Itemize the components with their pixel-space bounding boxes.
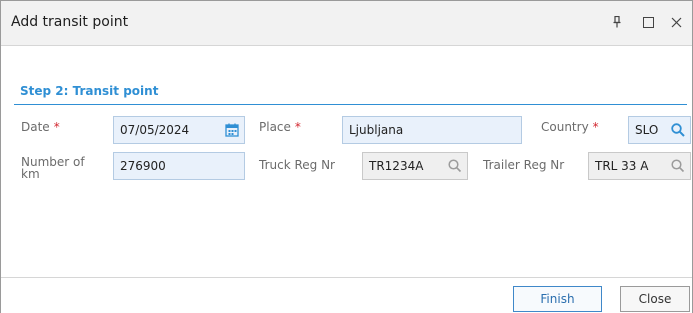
country-label-text: Country bbox=[541, 120, 589, 134]
maximize-icon[interactable] bbox=[637, 11, 659, 33]
search-icon[interactable] bbox=[447, 158, 463, 174]
add-transit-point-dialog: Add transit point Step 2: Transit point … bbox=[0, 0, 693, 313]
country-value: SLO bbox=[635, 123, 659, 137]
pin-icon[interactable] bbox=[606, 11, 628, 33]
dialog-titlebar: Add transit point bbox=[1, 1, 692, 46]
date-field[interactable]: 07/05/2024 bbox=[113, 116, 245, 144]
truck-reg-nr-label: Truck Reg Nr bbox=[259, 158, 335, 172]
close-button[interactable]: Close bbox=[620, 286, 690, 312]
place-value: Ljubljana bbox=[349, 123, 404, 137]
close-icon[interactable] bbox=[665, 11, 687, 33]
trailer-reg-nr-label: Trailer Reg Nr bbox=[483, 158, 565, 172]
calendar-icon[interactable] bbox=[224, 122, 240, 138]
date-value: 07/05/2024 bbox=[120, 123, 190, 137]
date-label-text: Date bbox=[21, 120, 50, 134]
number-of-km-label-line2: km bbox=[21, 167, 40, 181]
trailer-reg-nr-value: TRL 33 A bbox=[595, 159, 649, 173]
place-label: Place * bbox=[259, 120, 301, 134]
number-of-km-field[interactable]: 276900 bbox=[113, 152, 245, 180]
date-required-mark: * bbox=[53, 120, 60, 134]
number-of-km-label: Number of km bbox=[21, 156, 85, 180]
dialog-title: Add transit point bbox=[11, 14, 129, 30]
step-title: Step 2: Transit point bbox=[20, 84, 159, 98]
finish-button[interactable]: Finish bbox=[513, 286, 602, 312]
place-required-mark: * bbox=[294, 120, 301, 134]
trailer-reg-nr-field[interactable]: TRL 33 A bbox=[588, 152, 691, 180]
truck-reg-nr-value: TR1234A bbox=[369, 159, 424, 173]
place-label-text: Place bbox=[259, 120, 291, 134]
search-icon[interactable] bbox=[670, 158, 686, 174]
country-label: Country * bbox=[541, 120, 599, 134]
search-icon[interactable] bbox=[670, 122, 686, 138]
country-field[interactable]: SLO bbox=[628, 116, 691, 144]
step-divider bbox=[14, 104, 687, 105]
number-of-km-value: 276900 bbox=[120, 159, 166, 173]
place-field[interactable]: Ljubljana bbox=[342, 116, 522, 144]
date-label: Date * bbox=[21, 120, 60, 134]
country-required-mark: * bbox=[592, 120, 599, 134]
truck-reg-nr-field[interactable]: TR1234A bbox=[362, 152, 468, 180]
dialog-footer: Finish Close bbox=[1, 277, 692, 313]
